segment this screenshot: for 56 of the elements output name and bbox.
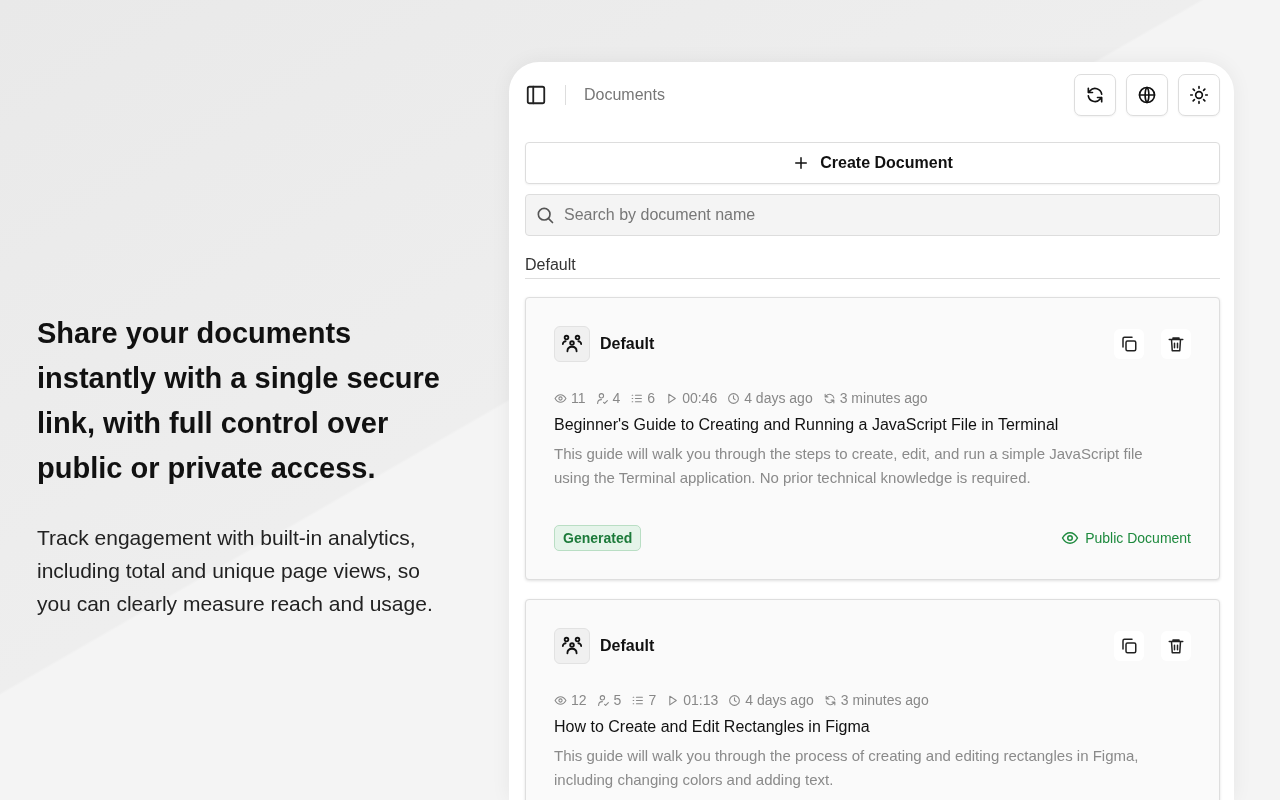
people-icon [561, 333, 583, 355]
breadcrumb: Documents [584, 86, 666, 104]
refresh-button[interactable] [1074, 74, 1116, 116]
play-icon [666, 693, 680, 707]
workspace-name: Default [600, 637, 656, 655]
description: Track engagement with built-in analytics, including total and unique page views, so you can clearly measure reach and usage. [37, 524, 434, 617]
refresh-icon [1085, 85, 1105, 105]
eye-icon [1061, 529, 1080, 547]
theme-button[interactable] [1178, 74, 1220, 116]
delete-button[interactable] [1161, 329, 1191, 359]
metric-value: 4 days ago [745, 692, 814, 708]
delete-button[interactable] [1161, 631, 1191, 661]
document-title: How to Create and Edit Rectangles in Figma [554, 718, 871, 736]
refresh-icon [822, 391, 836, 405]
refresh-icon [823, 693, 837, 707]
globe-icon [1137, 85, 1157, 105]
people-icon [561, 635, 583, 657]
metric-value: 01:13 [683, 692, 719, 708]
sidebar-toggle[interactable] [525, 84, 547, 106]
copy-icon [1120, 637, 1138, 655]
duplicate-button[interactable] [1114, 631, 1144, 661]
person-check-icon [595, 391, 609, 405]
metric-value: 00:46 [682, 390, 718, 406]
search-field[interactable]: Search by document name [525, 194, 1220, 236]
trash-icon [1167, 335, 1185, 353]
metric-value: 3 minutes ago [839, 390, 928, 406]
section-heading: Default [525, 256, 1220, 279]
play-icon [665, 391, 679, 405]
create-document-button[interactable]: Create Document [525, 142, 1220, 184]
clock-icon [727, 391, 741, 405]
metric-value: 11 [571, 390, 586, 406]
metric-value: 6 [647, 390, 656, 406]
metric-value: 7 [648, 692, 657, 708]
visibility-label: Public Document [1085, 530, 1191, 546]
clock-icon [728, 693, 742, 707]
headline: Share your documents instantly with a single secure link, with full control over public or private access. [37, 315, 441, 486]
metric-value: 3 minutes ago [840, 692, 929, 708]
workspace-name: Default [600, 335, 656, 353]
metric-value: 4 [612, 390, 621, 406]
sun-icon [1189, 85, 1209, 105]
eye-icon [554, 391, 567, 405]
metric-value: 5 [613, 692, 622, 708]
copy-icon [1120, 335, 1138, 353]
document-description: This guide will walk you through the steps to create, edit, and run a simple JavaScript file using the Terminal application. No prior technical knowledge is required. [554, 444, 1144, 488]
sidebar-icon [525, 84, 547, 106]
search-icon [535, 205, 555, 225]
document-description: This guide will walk you through the process of creating and editing rectangles in Figma, including changing colors and adding text. [554, 746, 1140, 790]
metric-value: 12 [571, 692, 587, 708]
trash-icon [1167, 637, 1185, 655]
eye-icon [554, 693, 567, 707]
document-title: Beginner's Guide to Creating and Running a JavaScript File in Terminal [554, 416, 1060, 434]
globe-button[interactable] [1126, 74, 1168, 116]
person-check-icon [596, 693, 610, 707]
status-badge: Generated [554, 525, 642, 551]
metric-value: 4 days ago [744, 390, 813, 406]
duplicate-button[interactable] [1114, 329, 1144, 359]
